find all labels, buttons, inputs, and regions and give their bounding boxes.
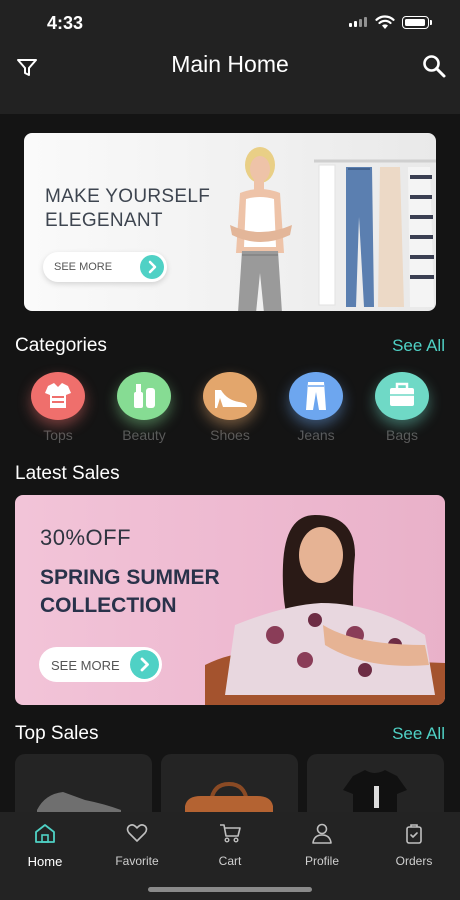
tab-label: Favorite (115, 854, 159, 868)
category-shoes[interactable]: Shoes (192, 372, 268, 443)
tab-label: Orders (395, 854, 433, 868)
hero-banner[interactable]: MAKE YOURSELF ELEGENANT SEE MORE (24, 133, 436, 311)
category-label: Tops (43, 427, 73, 443)
category-label: Jeans (297, 427, 335, 443)
latest-sales-title: Latest Sales (15, 463, 120, 484)
category-beauty[interactable]: Beauty (106, 372, 182, 443)
wifi-icon (375, 15, 395, 29)
cosmetics-icon (117, 372, 171, 420)
hero-see-more-button[interactable]: SEE MORE (43, 252, 167, 282)
sales-banner[interactable]: 30%OFF SPRING SUMMER COLLECTION SEE MORE (15, 495, 445, 705)
app-header: Main Home (0, 44, 460, 114)
sales-discount: 30%OFF (40, 525, 132, 550)
top-sales-title: Top Sales (15, 723, 99, 744)
home-icon (35, 824, 55, 843)
hero-headline: MAKE YOURSELF ELEGENANT (45, 186, 211, 231)
tab-label: Profile (304, 854, 339, 868)
signal-icon (349, 17, 367, 27)
heel-shoe-icon (203, 372, 257, 420)
chevron-right-icon (130, 650, 159, 679)
hero-button-label: SEE MORE (54, 261, 113, 273)
sales-see-more-button[interactable]: SEE MORE (39, 647, 162, 682)
orders-icon (406, 824, 422, 844)
category-bags[interactable]: Bags (364, 372, 440, 443)
status-time: 4:33 (47, 13, 84, 33)
tab-home[interactable]: Home (5, 822, 85, 869)
category-label: Beauty (122, 427, 166, 443)
tab-cart[interactable]: Cart (190, 822, 270, 868)
model-image (230, 147, 292, 311)
search-icon[interactable] (421, 53, 447, 79)
tab-favorite[interactable]: Favorite (97, 822, 177, 868)
user-icon (312, 823, 332, 844)
battery-icon (402, 16, 432, 29)
heart-icon (126, 824, 148, 842)
page-title: Main Home (171, 51, 289, 77)
categories-see-all-link[interactable]: See All (392, 336, 445, 356)
category-label: Shoes (210, 427, 250, 443)
clothing-rack-image (314, 159, 436, 307)
home-indicator (148, 887, 312, 892)
tab-label: Cart (218, 854, 242, 868)
sales-button-label: SEE MORE (51, 658, 120, 673)
cart-icon (220, 824, 241, 843)
jeans-icon (289, 372, 343, 420)
chevron-right-icon (140, 255, 164, 279)
sales-collection-title: SPRING SUMMER COLLECTION (40, 566, 220, 617)
status-bar: 4:33 (0, 0, 460, 44)
category-tops[interactable]: Tops (20, 372, 96, 443)
categories-title: Categories (15, 335, 107, 356)
shirt-icon (31, 372, 85, 420)
tab-profile[interactable]: Profile (282, 822, 362, 868)
category-jeans[interactable]: Jeans (278, 372, 354, 443)
category-label: Bags (386, 427, 418, 443)
tab-label: Home (27, 854, 63, 869)
tab-orders[interactable]: Orders (374, 822, 454, 868)
top-sales-see-all-link[interactable]: See All (392, 724, 445, 744)
bag-icon (375, 372, 429, 420)
